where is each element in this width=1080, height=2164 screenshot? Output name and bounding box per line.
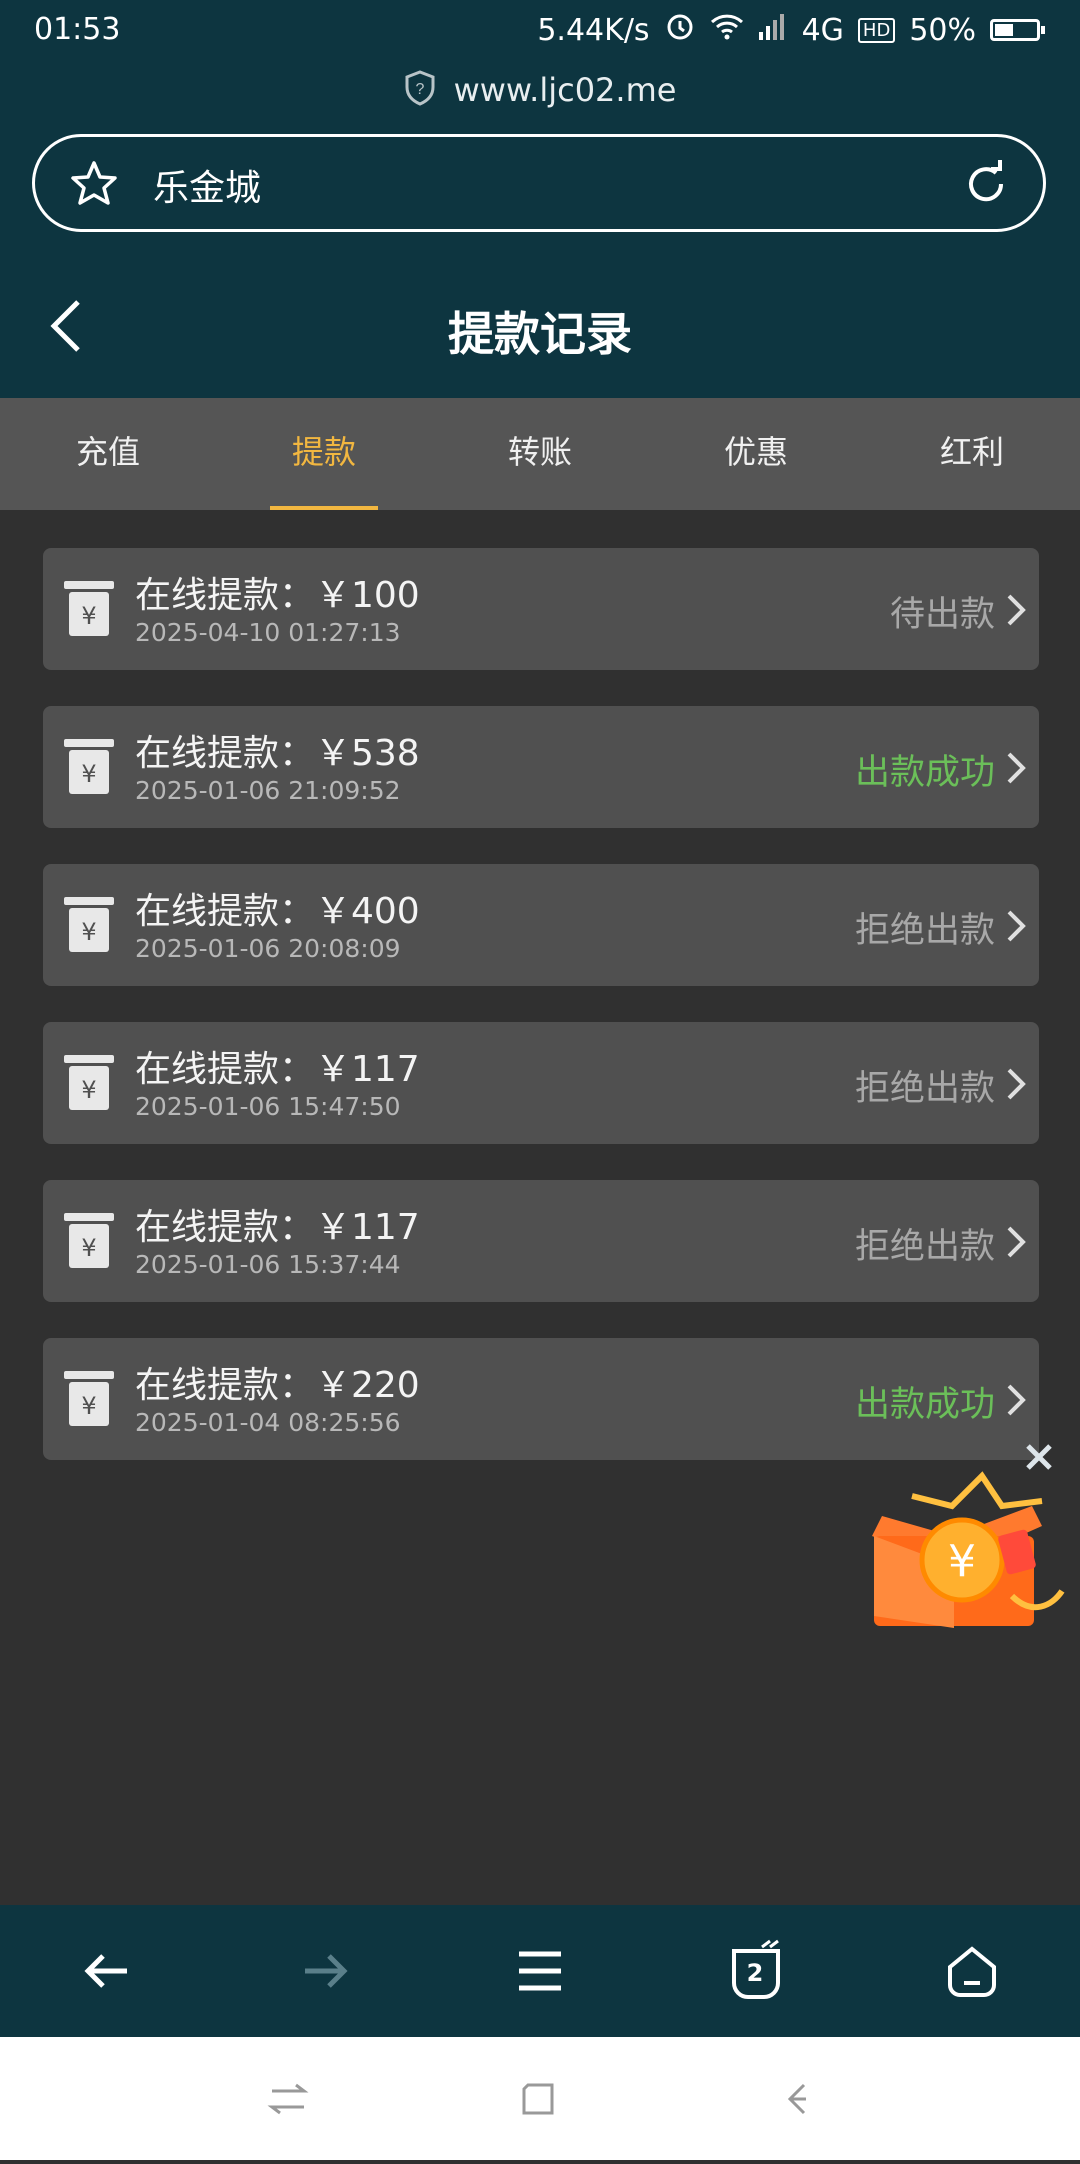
shield-icon: ?	[404, 70, 436, 114]
svg-text:¥: ¥	[948, 1536, 976, 1587]
record-time: 2025-01-06 15:47:50	[135, 1092, 401, 1121]
chevron-right-icon	[1005, 908, 1027, 948]
network-type: 4G	[801, 12, 844, 48]
receipt-yen-icon: ¥	[63, 580, 115, 642]
record-time: 2025-01-06 15:37:44	[135, 1250, 401, 1279]
record-status: 拒绝出款	[854, 1227, 995, 1267]
gift-box-icon: ¥	[872, 1444, 1065, 1628]
tab-count: 2	[746, 1959, 764, 1987]
record-time: 2025-04-10 01:27:13	[135, 618, 401, 647]
address-bar[interactable]: 乐金城	[32, 134, 1046, 232]
tab-3[interactable]: 优惠	[648, 398, 864, 510]
page-navbar: 提款记录	[0, 280, 1080, 380]
withdraw-record-row[interactable]: ¥ 在线提款：￥117 2025-01-06 15:37:44 拒绝出款	[43, 1180, 1039, 1302]
url-text: www.ljc02.me	[453, 71, 677, 109]
record-tabs: 充值 提款 转账 优惠 红利	[0, 398, 1080, 510]
system-nav-bar	[0, 2037, 1080, 2160]
record-status: 拒绝出款	[854, 911, 995, 951]
wifi-icon	[710, 12, 744, 48]
chevron-right-icon	[1005, 1066, 1027, 1106]
withdraw-record-list: ¥ 在线提款：￥100 2025-04-10 01:27:13 待出款 ¥ 在线提款：￥5…	[43, 548, 1039, 1496]
withdraw-record-row[interactable]: ¥ 在线提款：￥100 2025-04-10 01:27:13 待出款	[43, 548, 1039, 670]
hd-badge: HD	[857, 17, 896, 43]
browser-bottom-nav: 2	[0, 1905, 1080, 2037]
record-title: 在线提款：￥117	[135, 1049, 420, 1090]
tab-1[interactable]: 提款	[216, 398, 432, 510]
nav-home[interactable]	[864, 1905, 1080, 2037]
withdraw-record-row[interactable]: ¥ 在线提款：￥538 2025-01-06 21:09:52 出款成功	[43, 706, 1039, 828]
chevron-right-icon	[1005, 592, 1027, 632]
withdraw-record-row[interactable]: ¥ 在线提款：￥117 2025-01-06 15:47:50 拒绝出款	[43, 1022, 1039, 1144]
record-title: 在线提款：￥538	[135, 733, 420, 774]
signal-icon	[758, 12, 788, 48]
record-title: 在线提款：￥100	[135, 575, 420, 616]
reload-icon[interactable]	[961, 159, 1011, 213]
battery-fill	[995, 24, 1014, 36]
nav-tabs[interactable]: 2	[648, 1905, 864, 2037]
record-time: 2025-01-06 21:09:52	[135, 776, 401, 805]
svg-text:¥: ¥	[81, 760, 96, 788]
receipt-yen-icon: ¥	[63, 1054, 115, 1116]
status-right: 5.44K/s 4G HD 50%	[537, 10, 1045, 50]
status-bar: 01:53 5.44K/s 4G HD 50%	[0, 0, 1080, 62]
chevron-right-icon	[1005, 1224, 1027, 1264]
gift-box-float[interactable]: ¥	[862, 1436, 1072, 1646]
tab-4[interactable]: 红利	[864, 398, 1080, 510]
page-title: 提款记录	[448, 307, 632, 361]
nav-menu[interactable]	[432, 1905, 648, 2037]
record-status: 出款成功	[854, 1385, 995, 1425]
tab-2[interactable]: 转账	[432, 398, 648, 510]
nav-back[interactable]	[0, 1905, 216, 2037]
star-icon[interactable]	[69, 159, 119, 213]
svg-text:?: ?	[415, 81, 424, 98]
svg-text:¥: ¥	[81, 1234, 96, 1262]
receipt-yen-icon: ¥	[63, 1370, 115, 1432]
record-status: 拒绝出款	[854, 1069, 995, 1109]
svg-text:¥: ¥	[81, 918, 96, 946]
close-icon[interactable]	[1026, 1444, 1052, 1470]
status-time: 01:53	[34, 12, 121, 47]
system-back-icon[interactable]	[787, 2083, 806, 2115]
arrow-right-icon	[305, 1954, 348, 1988]
recent-apps-icon[interactable]	[267, 2083, 309, 2115]
record-status: 待出款	[889, 595, 995, 635]
svg-text:¥: ¥	[81, 602, 96, 630]
home-icon	[948, 1946, 996, 1997]
nav-forward[interactable]	[216, 1905, 432, 2037]
url-bar[interactable]: ? www.ljc02.me	[0, 70, 1080, 114]
battery-percent: 50%	[909, 12, 976, 48]
chevron-right-icon	[1005, 750, 1027, 790]
record-title: 在线提款：￥220	[135, 1365, 420, 1406]
record-time: 2025-01-04 08:25:56	[135, 1408, 401, 1437]
home-button-icon[interactable]	[522, 2083, 554, 2115]
receipt-yen-icon: ¥	[63, 896, 115, 958]
svg-text:¥: ¥	[81, 1076, 96, 1104]
record-time: 2025-01-06 20:08:09	[135, 934, 401, 963]
receipt-yen-icon: ¥	[63, 738, 115, 800]
chevron-right-icon	[1005, 1382, 1027, 1422]
svg-text:¥: ¥	[81, 1392, 96, 1420]
site-name: 乐金城	[153, 168, 262, 209]
arrow-left-icon	[84, 1954, 127, 1988]
record-status: 出款成功	[854, 753, 995, 793]
tab-0[interactable]: 充值	[0, 398, 216, 510]
browser-header: 01:53 5.44K/s 4G HD 50% ? www.ljc02.me 乐	[0, 0, 1080, 398]
withdraw-record-row[interactable]: ¥ 在线提款：￥400 2025-01-06 20:08:09 拒绝出款	[43, 864, 1039, 986]
net-speed: 5.44K/s	[537, 12, 650, 48]
record-title: 在线提款：￥400	[135, 891, 420, 932]
alarm-icon	[664, 10, 696, 50]
battery-icon	[990, 19, 1045, 41]
record-title: 在线提款：￥117	[135, 1207, 420, 1248]
receipt-yen-icon: ¥	[63, 1212, 115, 1274]
menu-icon	[519, 1951, 561, 1991]
